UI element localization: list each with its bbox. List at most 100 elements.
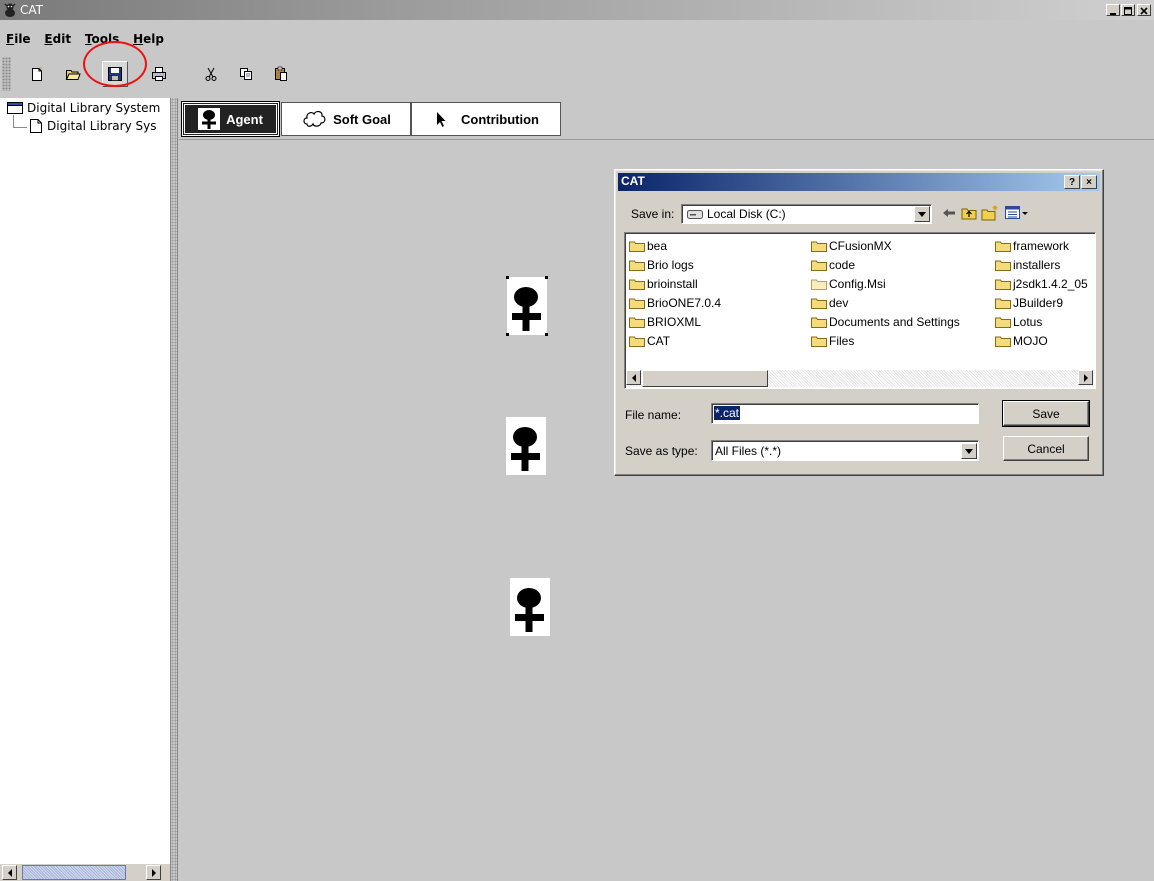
minimize-button[interactable] (1106, 4, 1120, 16)
selection-handle[interactable] (506, 276, 509, 279)
file-list-scrollbar[interactable] (626, 370, 1094, 387)
arrow-left-icon (7, 868, 12, 877)
new-folder-button[interactable] (981, 204, 999, 222)
list-item[interactable]: j2sdk1.4.2_05 (995, 275, 1088, 293)
scroll-right-button[interactable] (146, 865, 161, 880)
folder-icon (995, 336, 1011, 347)
list-item[interactable]: Files (811, 332, 854, 350)
folder-icon (811, 241, 827, 252)
open-icon (65, 70, 81, 80)
open-button[interactable] (60, 61, 86, 87)
save-in-dropdown[interactable]: Local Disk (C:) (681, 204, 932, 224)
list-item[interactable]: JBuilder9 (995, 294, 1063, 312)
folder-icon (995, 298, 1011, 309)
folder-icon (995, 279, 1011, 290)
list-item[interactable]: Config.Msi (811, 275, 886, 293)
save-as-type-dropdown[interactable]: All Files (*.*) (711, 440, 979, 461)
menu-help[interactable]: Help (127, 30, 168, 46)
selection-handle[interactable] (545, 333, 548, 336)
tree-child-node[interactable]: Digital Library Sys (29, 117, 156, 135)
save-as-type-dropdown-arrow[interactable] (961, 443, 977, 459)
panel-splitter[interactable] (170, 98, 178, 881)
list-item[interactable]: brioinstall (629, 275, 698, 293)
tree-horizontal-scrollbar[interactable] (0, 864, 170, 881)
tab-contribution[interactable]: Contribution (411, 102, 561, 136)
dialog-close-button[interactable]: × (1081, 175, 1097, 189)
selection-handle[interactable] (545, 276, 548, 279)
cut-button[interactable] (198, 61, 224, 87)
tab-agent-label: Agent (226, 111, 263, 127)
list-item[interactable]: framework (995, 237, 1069, 255)
file-name-label: File name: (625, 408, 682, 422)
menu-file[interactable]: File (0, 30, 35, 46)
back-button[interactable] (940, 204, 958, 222)
folder-icon (811, 317, 827, 328)
close-button[interactable] (1137, 4, 1151, 16)
tree-connector (13, 127, 27, 128)
toolbar-grip[interactable] (2, 57, 11, 91)
scroll-thumb[interactable] (642, 370, 768, 387)
file-name-input[interactable]: *.cat (711, 403, 979, 424)
file-name: brioinstall (647, 277, 698, 291)
element-palette: Agent Soft Goal Contribution (179, 98, 1154, 140)
file-name: j2sdk1.4.2_05 (1013, 277, 1088, 291)
menu-edit-mnemonic: E (44, 32, 53, 46)
up-folder-button[interactable] (960, 204, 978, 222)
dialog-titlebar[interactable]: CAT ? × (618, 173, 1100, 191)
cancel-button[interactable]: Cancel (1003, 436, 1089, 461)
menu-tools-label: ools (91, 32, 120, 46)
agent-node[interactable] (510, 578, 550, 636)
file-list[interactable]: bea Brio logs brioinstall BrioONE7.0.4 B… (624, 232, 1096, 389)
save-in-value: Local Disk (C:) (707, 207, 786, 221)
tree-root-node[interactable]: Digital Library System (6, 99, 160, 117)
scroll-right-button[interactable] (1078, 370, 1093, 385)
selection-handle[interactable] (506, 333, 509, 336)
maximize-button[interactable] (1121, 4, 1135, 16)
scroll-thumb[interactable] (22, 865, 126, 880)
list-item[interactable]: code (811, 256, 855, 274)
list-item[interactable]: Brio logs (629, 256, 694, 274)
scroll-left-button[interactable] (2, 865, 17, 880)
tab-soft-goal[interactable]: Soft Goal (281, 102, 411, 136)
list-item[interactable]: MOJO (995, 332, 1048, 350)
window-title: CAT (20, 3, 43, 17)
list-item[interactable]: dev (811, 294, 848, 312)
list-item[interactable]: BRIOXML (629, 313, 701, 331)
save-dialog-button-label: Save (1032, 406, 1060, 421)
agent-node[interactable] (506, 417, 546, 475)
view-menu-button[interactable] (1004, 204, 1030, 222)
agent-node[interactable] (506, 276, 548, 336)
menu-file-mnemonic: F (6, 32, 15, 46)
new-icon (32, 66, 43, 81)
list-item[interactable]: Documents and Settings (811, 313, 960, 331)
menu-edit[interactable]: Edit (38, 30, 75, 46)
menu-help-label: elp (143, 32, 164, 46)
save-button[interactable] (102, 61, 128, 87)
cut-icon (205, 67, 217, 81)
save-in-dropdown-arrow[interactable] (914, 206, 930, 222)
file-name: Lotus (1013, 315, 1043, 329)
list-item[interactable]: CAT (629, 332, 670, 350)
minimize-icon (1110, 13, 1116, 15)
tab-agent[interactable]: Agent (181, 101, 280, 137)
menu-tools[interactable]: Tools (79, 30, 123, 46)
document-node-icon (30, 119, 42, 133)
print-button[interactable] (146, 61, 172, 87)
folder-icon (995, 317, 1011, 328)
menubar: File Edit Tools Help (0, 30, 168, 52)
list-item[interactable]: BrioONE7.0.4 (629, 294, 721, 312)
save-dialog-button[interactable]: Save (1002, 400, 1090, 427)
file-name: BRIOXML (647, 315, 702, 329)
paste-button[interactable] (268, 61, 294, 87)
list-item[interactable]: installers (995, 256, 1060, 274)
copy-button[interactable] (233, 61, 259, 87)
list-item[interactable]: Lotus (995, 313, 1042, 331)
new-button[interactable] (24, 61, 50, 87)
list-item[interactable]: bea (629, 237, 667, 255)
list-item[interactable]: CFusionMX (811, 237, 892, 255)
scroll-left-button[interactable] (626, 370, 641, 385)
file-name: BrioONE7.0.4 (647, 296, 722, 310)
new-folder-icon (981, 205, 998, 221)
help-button[interactable]: ? (1064, 175, 1080, 189)
project-tree: Digital Library System Digital Library S… (0, 98, 170, 881)
